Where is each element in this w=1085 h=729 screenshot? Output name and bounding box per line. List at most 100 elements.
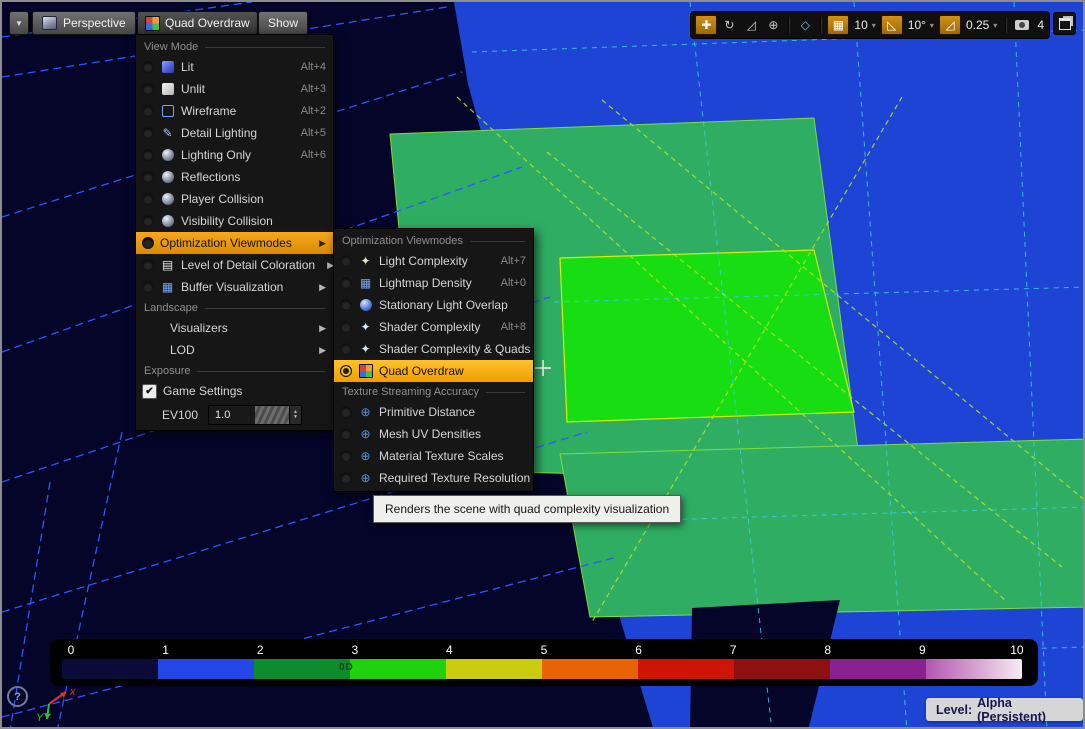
section-landscape: Landscape — [136, 298, 333, 317]
unreal-viewport-window: ▼ Perspective Quad Overdraw Show ✚ ↻ ◿ ⊕… — [0, 0, 1085, 729]
menu-item-detail-lighting[interactable]: ✎ Detail Lighting Alt+5 — [136, 122, 333, 144]
scale-icon: ◿ — [747, 18, 756, 32]
radio-icon — [340, 472, 352, 484]
ev100-spinbox[interactable]: 1.0 ▲ ▼ — [208, 405, 302, 425]
menu-item-reflections[interactable]: Reflections — [136, 166, 333, 188]
quad-overdraw-icon — [145, 16, 160, 31]
menu-item-shader-complexity-quads[interactable]: ✦ Shader Complexity & Quads — [334, 338, 533, 360]
menu-item-stationary-light-overlap[interactable]: Stationary Light Overlap — [334, 294, 533, 316]
scale-tool-button[interactable]: ◿ — [741, 16, 761, 34]
submenu-arrow-icon: ▶ — [319, 323, 326, 334]
chevron-down-icon[interactable]: ▾ — [993, 21, 997, 30]
viewmode-button[interactable]: Quad Overdraw — [137, 11, 258, 35]
radio-icon — [340, 299, 352, 311]
submenu-arrow-icon: ▶ — [319, 238, 326, 249]
ev100-row: EV100 1.0 ▲ ▼ — [136, 402, 333, 428]
menu-item-quad-overdraw[interactable]: Quad Overdraw — [334, 360, 533, 382]
overdraw-region-green-lower — [560, 439, 1085, 617]
menu-item-material-texture-scales[interactable]: ⊕ Material Texture Scales — [334, 445, 533, 467]
menu-item-optimization-viewmodes[interactable]: Optimization Viewmodes ▶ — [136, 232, 333, 254]
radio-icon — [340, 255, 352, 267]
book-icon: ▤ — [160, 259, 175, 271]
maximize-icon — [1059, 18, 1071, 30]
menu-item-light-complexity[interactable]: ✦ Light Complexity Alt+7 — [334, 250, 533, 272]
checkbox-checked-icon[interactable]: ✔ — [142, 384, 157, 399]
sphere-grid-icon: ⊕ — [358, 450, 373, 462]
legend-segment — [638, 659, 734, 679]
radio-icon — [340, 321, 352, 333]
menu-item-primitive-distance[interactable]: ⊕ Primitive Distance — [334, 401, 533, 423]
collision-sphere-icon — [160, 193, 175, 205]
show-button[interactable]: Show — [258, 11, 308, 35]
radio-icon — [142, 215, 154, 227]
menu-item-lighting-only[interactable]: Lighting Only Alt+6 — [136, 144, 333, 166]
shortcut: Alt+7 — [501, 255, 526, 267]
wireframe-cube-icon — [160, 105, 175, 117]
viewport-options-button[interactable]: ▼ — [9, 11, 29, 35]
surface-snap-button[interactable]: ◇ — [795, 16, 815, 34]
radio-icon — [142, 171, 154, 183]
menu-item-mesh-uv-densities[interactable]: ⊕ Mesh UV Densities — [334, 423, 533, 445]
globe-icon: ⊕ — [768, 18, 778, 32]
menu-item-lod-coloration[interactable]: ▤ Level of Detail Coloration ▶ — [136, 254, 333, 276]
scale-snap-button[interactable]: ◿ — [939, 15, 961, 35]
light-sphere-icon — [358, 299, 373, 311]
show-label: Show — [268, 16, 298, 30]
world-local-toggle-button[interactable]: ⊕ — [763, 16, 783, 34]
radio-icon — [142, 237, 154, 249]
menu-item-lightmap-density[interactable]: ▦ Lightmap Density Alt+0 — [334, 272, 533, 294]
slider-grip[interactable] — [255, 406, 289, 424]
menu-item-unlit[interactable]: Unlit Alt+3 — [136, 78, 333, 100]
rotate-tool-button[interactable]: ↻ — [719, 16, 739, 34]
menu-item-lod[interactable]: LOD ▶ — [136, 339, 333, 361]
section-view-mode: View Mode — [136, 37, 333, 56]
menu-item-required-texture-resolution[interactable]: ⊕ Required Texture Resolution — [334, 467, 533, 489]
menu-item-shader-complexity[interactable]: ✦ Shader Complexity Alt+8 — [334, 316, 533, 338]
menu-item-visibility-collision[interactable]: Visibility Collision — [136, 210, 333, 232]
chevron-down-icon[interactable]: ▾ — [872, 21, 876, 30]
menu-item-buffer-visualization[interactable]: ▦ Buffer Visualization ▶ — [136, 276, 333, 298]
grid-snap-value[interactable]: 10 — [851, 18, 868, 32]
spin-arrows[interactable]: ▲ ▼ — [289, 406, 301, 424]
tooltip: Renders the scene with quad complexity v… — [373, 495, 681, 523]
shortcut: Alt+6 — [301, 149, 326, 161]
legend-segment — [542, 659, 638, 679]
menu-item-lit[interactable]: Lit Alt+4 — [136, 56, 333, 78]
perspective-label: Perspective — [63, 16, 126, 30]
help-icon[interactable]: ? — [7, 686, 28, 707]
legend-tick-labels: 0 1 2 3 4 5 6 7 8 9 10 — [60, 643, 1028, 657]
submenu-arrow-icon: ▶ — [319, 345, 326, 356]
rotation-snap-value[interactable]: 10° — [905, 18, 927, 32]
axis-y-label: Y — [36, 712, 44, 724]
camera-speed-value[interactable]: 4 — [1034, 18, 1045, 32]
chevron-down-icon: ▼ — [15, 19, 23, 28]
menu-item-game-settings[interactable]: ✔ Game Settings — [136, 380, 333, 402]
chevron-down-icon[interactable]: ▾ — [930, 21, 934, 30]
axis-x-label: x — [69, 686, 76, 698]
perspective-button[interactable]: Perspective — [32, 11, 136, 35]
maximize-viewport-button[interactable] — [1053, 12, 1076, 35]
shortcut: Alt+2 — [301, 105, 326, 117]
radio-icon — [340, 428, 352, 440]
ev100-label: EV100 — [162, 408, 198, 422]
menu-item-wireframe[interactable]: Wireframe Alt+2 — [136, 100, 333, 122]
camera-speed-button[interactable] — [1012, 16, 1032, 34]
reflection-sphere-icon — [160, 171, 175, 183]
radio-icon — [142, 149, 154, 161]
buffer-grid-icon: ▦ — [160, 281, 175, 293]
scale-snap-icon: ◿ — [945, 18, 954, 32]
rotation-snap-button[interactable]: ◺ — [881, 15, 903, 35]
menu-item-player-collision[interactable]: Player Collision — [136, 188, 333, 210]
surface-snap-icon: ◇ — [801, 18, 810, 32]
legend-marker: 0D — [339, 662, 354, 673]
shortcut: Alt+4 — [301, 61, 326, 73]
axis-gizmo: x Y — [28, 683, 98, 729]
move-tool-button[interactable]: ✚ — [695, 15, 717, 35]
scale-snap-value[interactable]: 0.25 — [963, 18, 990, 32]
grid-snap-button[interactable]: ▦ — [827, 15, 849, 35]
sparkle-icon: ✦ — [358, 343, 373, 355]
radio-icon — [340, 406, 352, 418]
sparkle-icon: ✦ — [358, 255, 373, 267]
menu-item-visualizers[interactable]: Visualizers ▶ — [136, 317, 333, 339]
quad-overdraw-icon — [358, 364, 373, 378]
